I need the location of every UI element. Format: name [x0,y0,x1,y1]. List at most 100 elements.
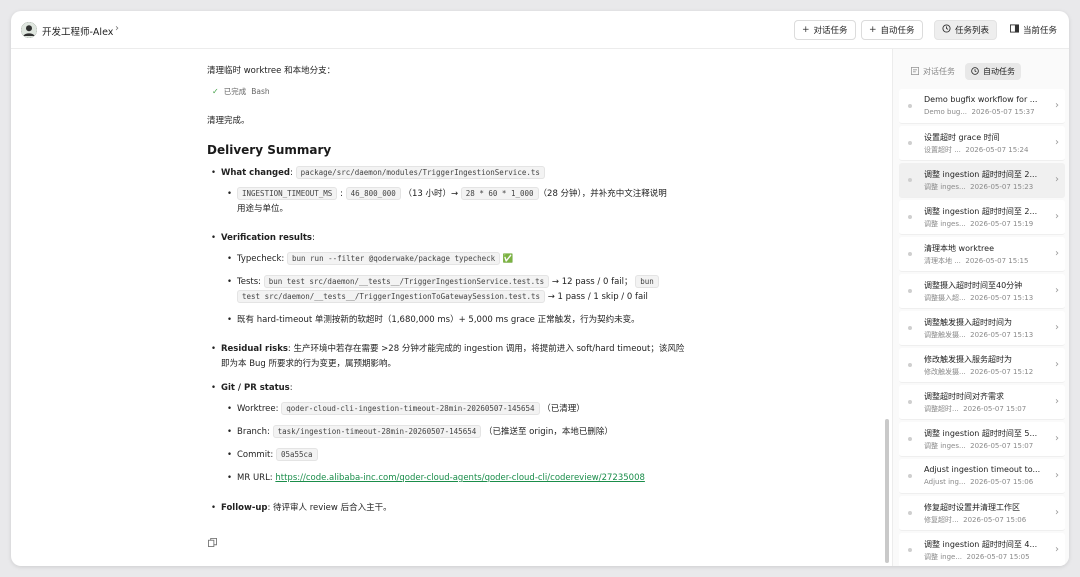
avatar[interactable] [21,22,37,38]
chevron-right-icon: › [1055,137,1059,148]
tool-status[interactable]: ✓ 已完成 Bash [212,86,270,97]
task-title: 调整 ingestion 超时时间至 4... [924,540,1038,549]
task-title: 设置超时 grace 时间 [924,133,1000,142]
task-sub: 修改触发摄... [924,368,966,376]
status-dot [908,474,912,478]
tests-result-2: → 1 pass / 1 skip / 0 fail [547,292,648,302]
task-meta: 修改触发摄... 2026-05-07 15:12 [924,367,1044,377]
history-icon [942,24,951,36]
user-name[interactable]: 开发工程师-Alex [42,24,113,38]
follow-up-item: Follow-up: 待评审人 review 后合入主干。 [211,501,392,515]
task-list-label: 任务列表 [955,26,990,36]
task-item[interactable]: Adjust ingestion timeout to... Adjust ing… [899,459,1065,494]
task-item[interactable]: 调整 ingestion 超时时间至 2... 调整 inges... 2026-… [899,200,1065,235]
copy-icon[interactable] [208,538,217,550]
branch-value: task/ingestion-timeout-28min-20260507-14… [272,425,482,438]
task-time: 2026-05-07 15:19 [970,220,1034,228]
task-title: 调整 ingestion 超时时间至 2... [924,207,1038,216]
status-dot [908,363,912,367]
task-time: 2026-05-07 15:23 [970,183,1034,191]
const-name: INGESTION_TIMEOUT_MS [237,187,338,200]
follow-up-label: Follow-up [221,503,268,513]
task-sub: 调整摄入超... [924,294,966,302]
what-changed-item: What changed: package/src/daemon/modules… [211,166,545,180]
task-time: 2026-05-07 15:37 [971,108,1035,116]
clock-icon [971,66,979,77]
top-bar: 开发工程师-Alex › + 对话任务 + 自动任务 任务列表 当前任务 [11,11,1069,49]
task-item[interactable]: 调整超时时间对齐需求 调整超时... 2026-05-07 15:07 › [899,385,1065,420]
task-item[interactable]: 修改触发摄入服务超时为 修改触发摄... 2026-05-07 15:12 › [899,348,1065,383]
task-meta: Adjust ing... 2026-05-07 15:06 [924,478,1044,486]
task-meta: Demo bug... 2026-05-07 15:37 [924,108,1044,116]
app-window: 开发工程师-Alex › + 对话任务 + 自动任务 任务列表 当前任务 清理临… [11,11,1069,566]
task-sub: 调整 inges... [924,220,966,228]
worktree-item: Worktree: qoder-cloud-cli-ingestion-time… [227,402,585,416]
tests-cmd-2a: bun [635,275,659,288]
task-item[interactable]: 调整触发摄入超时时间为 调整触发摄... 2026-05-07 15:13 › [899,311,1065,346]
status-done: 已完成 [223,87,247,96]
git-item: Git / PR status: [211,381,293,395]
status-dot [908,400,912,404]
task-meta: 调整超时... 2026-05-07 15:07 [924,404,1044,414]
task-time: 2026-05-07 15:24 [965,146,1029,154]
task-sub: 清理本地 ... [924,257,961,265]
task-item[interactable]: 修复超时设置并清理工作区 修复超时... 2026-05-07 15:06 › [899,496,1065,531]
check-icon: ✓ [212,87,219,96]
hard-timeout-item: 既有 hard-timeout 单测按新的软超时（1,680,000 ms）+ … [227,313,640,327]
task-meta: 清理本地 ... 2026-05-07 15:15 [924,256,1044,266]
task-sub: 设置超时 ... [924,146,961,154]
task-time: 2026-05-07 15:06 [970,478,1034,486]
task-sub: 调整 inges... [924,183,966,191]
task-title: Demo bugfix workflow for ... [924,95,1038,104]
current-task-button[interactable]: 当前任务 [1002,20,1066,40]
task-title: 修改触发摄入服务超时为 [924,355,1012,364]
residual-text-1: : 生产环境中若存在需要 >28 分钟才能完成的 ingestion 调用，将提… [287,344,685,354]
task-sub: Adjust ing... [924,478,966,486]
cleanup-done-text: 清理完成。 [207,116,250,126]
task-title: 调整超时时间对齐需求 [924,392,1004,401]
chevron-right-icon: › [1055,174,1059,185]
task-item[interactable]: 调整 ingestion 超时时间至 2... 调整 inges... 2026-… [899,163,1065,198]
task-sub: 调整触发摄... [924,331,966,339]
task-list-button[interactable]: 任务列表 [934,20,998,40]
commit-item: Commit: 05a55ca [227,448,318,462]
chevron-right-icon: › [1055,285,1059,296]
typecheck-label: Typecheck: [237,254,285,264]
new-auto-task-button[interactable]: + 自动任务 [861,20,923,40]
status-dot [908,437,912,441]
task-sub: Demo bug... [924,108,968,116]
mr-url-label: MR URL: [237,473,273,483]
tests-line2: test src/daemon/__tests__/TriggerIngesti… [237,290,648,304]
tab-chat-tasks[interactable]: 对话任务 [905,63,961,80]
chevron-right-icon: › [1055,544,1059,555]
task-meta: 调整 inges... 2026-05-07 15:07 [924,441,1044,451]
task-meta: 调整 inges... 2026-05-07 15:19 [924,219,1044,229]
task-item[interactable]: Demo bugfix workflow for ... Demo bug... … [899,89,1065,124]
task-time: 2026-05-07 15:06 [963,516,1027,524]
task-item[interactable]: 调整 ingestion 超时时间至 4... 调整 inge... 2026-0… [899,533,1065,566]
task-meta: 修复超时... 2026-05-07 15:06 [924,515,1044,525]
chevron-right-icon[interactable]: › [115,23,119,34]
worktree-value: qoder-cloud-cli-ingestion-timeout-28min-… [281,402,540,415]
task-item[interactable]: 调整摄入超时时间至40分钟 调整摄入超... 2026-05-07 15:13 › [899,274,1065,309]
worktree-label: Worktree: [237,404,279,414]
task-item[interactable]: 清理本地 worktree 清理本地 ... 2026-05-07 15:15 › [899,237,1065,272]
residual-text-2: 即为本 Bug 所要求的行为变更，属预期影响。 [221,359,397,369]
new-value-note: （28 分钟），并补充中文注释说明 [538,189,667,199]
tab-auto-tasks[interactable]: 自动任务 [965,63,1021,80]
task-meta: 调整 inge... 2026-05-07 15:05 [924,552,1044,562]
chevron-right-icon: › [1055,322,1059,333]
plus-icon: + [869,25,877,35]
task-item[interactable]: 设置超时 grace 时间 设置超时 ... 2026-05-07 15:24 › [899,126,1065,161]
status-dot [908,289,912,293]
scrollbar[interactable] [885,419,889,563]
chevron-right-icon: › [1055,211,1059,222]
tests-result-1: → 12 pass / 0 fail； [551,277,633,287]
status-dot [908,215,912,219]
mr-url-link[interactable]: https://code.alibaba-inc.com/qoder-cloud… [275,473,645,483]
task-sidebar: 对话任务 自动任务 Demo bugfix workflow for ... De… [892,49,1069,566]
task-meta: 调整 inges... 2026-05-07 15:23 [924,182,1044,192]
task-item[interactable]: 调整 ingestion 超时时间至 5... 调整 inges... 2026-… [899,422,1065,457]
new-chat-task-button[interactable]: + 对话任务 [794,20,856,40]
task-time: 2026-05-07 15:13 [970,294,1034,302]
